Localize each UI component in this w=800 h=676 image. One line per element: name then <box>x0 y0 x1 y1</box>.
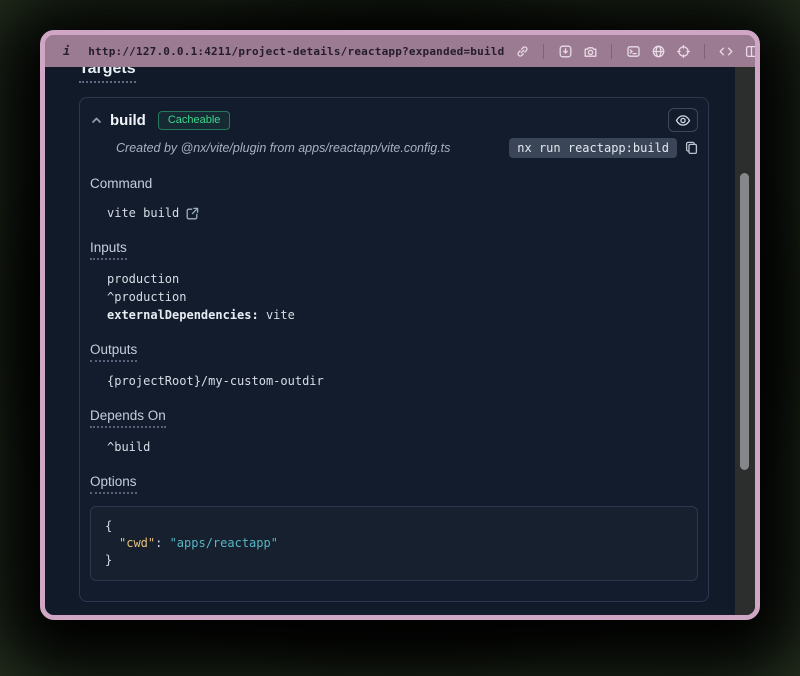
inputs-section-label[interactable]: Inputs <box>90 240 698 260</box>
json-line: } <box>105 552 683 569</box>
options-json-block: { "cwd": "apps/reactapp" } <box>90 506 698 581</box>
camera-icon[interactable] <box>582 43 598 59</box>
link-icon[interactable] <box>514 43 530 59</box>
json-line: { <box>105 518 683 535</box>
output-text: {projectRoot}/my-custom-outdir <box>107 372 324 390</box>
url-bar[interactable]: http://127.0.0.1:4211/project-details/re… <box>88 45 504 58</box>
target-card-build: build Cacheable Created by @nx/vite/plug… <box>79 97 709 602</box>
crosshair-icon[interactable] <box>675 43 691 59</box>
cacheable-badge: Cacheable <box>158 111 231 130</box>
run-command-chip: nx run reactapp:build <box>509 138 677 158</box>
json-key: "cwd" <box>119 536 155 550</box>
toolbar-actions <box>514 43 759 59</box>
target-name: build <box>110 112 146 129</box>
input-key: externalDependencies: <box>107 308 259 322</box>
options-section-label[interactable]: Options <box>90 474 698 494</box>
browser-window: i http://127.0.0.1:4211/project-details/… <box>40 30 760 620</box>
json-line: "cwd": "apps/reactapp" <box>105 535 683 552</box>
depends-on-value: ^build <box>107 438 698 456</box>
chevron-up-icon[interactable] <box>90 114 102 126</box>
depends-on-section-label[interactable]: Depends On <box>90 408 698 428</box>
build-card-subheader: Created by @nx/vite/plugin from apps/rea… <box>90 138 698 158</box>
toolbar-divider <box>704 44 705 59</box>
build-card-header: build Cacheable <box>90 108 698 132</box>
import-icon[interactable] <box>557 43 573 59</box>
page-content: Targets build Cacheable <box>45 67 755 615</box>
eye-button[interactable] <box>668 108 698 132</box>
terminal-icon[interactable] <box>625 43 641 59</box>
scrollbar-thumb[interactable] <box>740 173 749 470</box>
depends-on-text: ^build <box>107 438 150 456</box>
toolbar-divider <box>543 44 544 59</box>
outputs-value: {projectRoot}/my-custom-outdir <box>107 372 698 390</box>
code-icon[interactable] <box>718 43 734 59</box>
toolbar-divider <box>611 44 612 59</box>
json-string-value: "apps/reactapp" <box>170 536 278 550</box>
copy-icon <box>685 141 698 155</box>
command-section-label: Command <box>90 176 698 194</box>
inputs-list: production ^production externalDependenc… <box>107 270 698 324</box>
input-item: ^production <box>107 288 698 306</box>
eye-icon <box>675 114 691 127</box>
project-details-page: Targets build Cacheable <box>45 67 755 615</box>
browser-toolbar: i http://127.0.0.1:4211/project-details/… <box>45 35 755 67</box>
created-by-text: Created by @nx/vite/plugin from apps/rea… <box>116 141 450 155</box>
split-panel-icon[interactable] <box>743 43 759 59</box>
input-value: vite <box>259 308 295 322</box>
input-item: production <box>107 270 698 288</box>
copy-button[interactable] <box>685 141 698 155</box>
targets-heading[interactable]: Targets <box>79 67 136 83</box>
outputs-section-label[interactable]: Outputs <box>90 342 698 362</box>
info-icon[interactable]: i <box>63 44 70 58</box>
scrollbar-track[interactable] <box>735 67 755 615</box>
command-text: vite build <box>107 204 179 222</box>
command-value: vite build <box>107 204 698 222</box>
globe-icon[interactable] <box>650 43 666 59</box>
input-item: externalDependencies: vite <box>107 306 698 324</box>
external-link-icon[interactable] <box>186 207 199 220</box>
